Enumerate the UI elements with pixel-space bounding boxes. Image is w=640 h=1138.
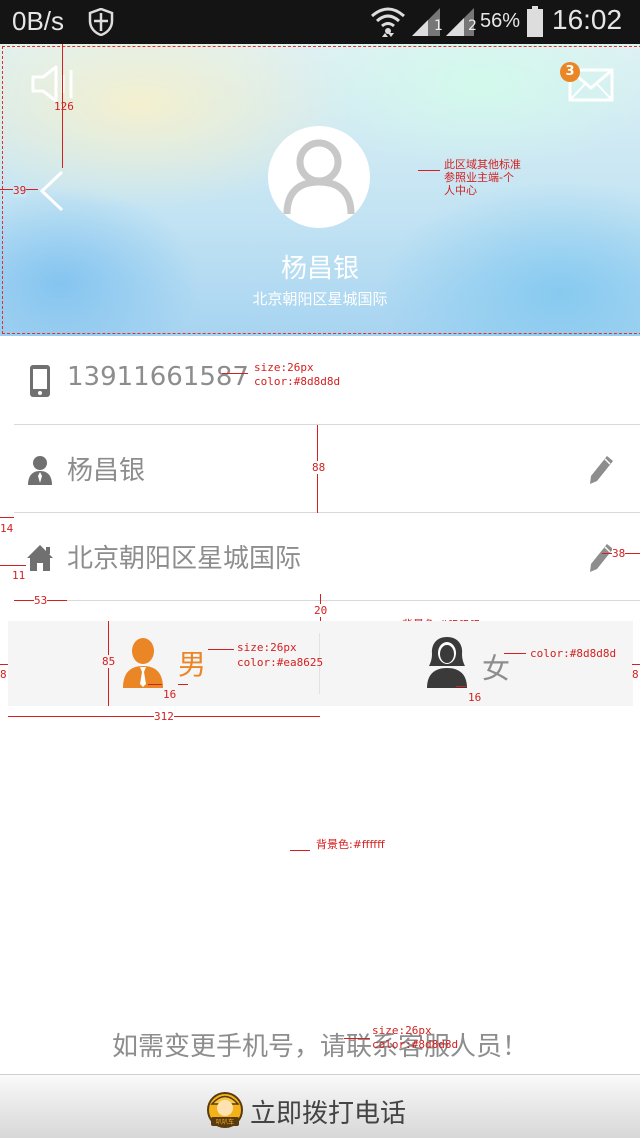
call-now-button[interactable]: 叭叭车 立即拨打电话: [0, 1074, 640, 1138]
person-icon: [28, 456, 52, 485]
phone-number: 13911661587: [67, 362, 249, 392]
annotation-panel-width: 312: [154, 710, 174, 723]
courier-logo-icon: 叭叭车: [207, 1092, 243, 1128]
female-user-icon: [427, 637, 467, 688]
address-row[interactable]: 北京朝阳区星城国际 38 11: [0, 513, 640, 601]
gender-selector: 男 女 85 16 size:26px color:#ea8625 16 col…: [8, 621, 633, 706]
home-icon: [27, 545, 53, 571]
mobile-phone-icon: [30, 365, 50, 397]
annotation-panel-gap: 20: [314, 604, 328, 617]
speaker-icon[interactable]: [30, 64, 78, 104]
annotation-female-color: color:#8d8d8d: [530, 647, 617, 660]
annotation-line: [208, 649, 234, 650]
annotation-notice-size: size:26px: [372, 1024, 432, 1037]
annotation-female-gap: 16: [468, 691, 482, 704]
profile-address: 北京朝阳区星城国际: [252, 290, 388, 308]
annotation-male-color: color:#ea8625: [237, 656, 324, 669]
annotation-line: [178, 684, 188, 685]
annotation-line: [504, 653, 526, 654]
name-row[interactable]: 杨昌银 88: [14, 425, 640, 513]
annotation-row-height: 88: [312, 461, 326, 474]
unread-badge: 3: [560, 62, 580, 82]
profile-header: 3 杨昌银 北京朝阳区星城国际 126 39 此区域其他标准 参照业主端-个 人…: [0, 44, 640, 336]
annotation-panel-height: 85: [102, 655, 116, 668]
annotation-line: [344, 1038, 370, 1039]
annotation-line: [222, 373, 248, 374]
pencil-icon[interactable]: [588, 455, 614, 485]
male-user-icon: [123, 638, 163, 688]
annotation-header-top: 126: [54, 100, 74, 113]
annotation-line: [0, 664, 8, 665]
battery-percent: 56%: [480, 10, 521, 32]
annotation-icon-left: 11: [12, 569, 26, 582]
annotation-phone-size: size:26px: [254, 361, 314, 374]
user-name: 杨昌银: [67, 456, 146, 486]
annotation-notice-color: color:#8d8d8d: [372, 1038, 459, 1051]
annotation-panel-left: 8: [0, 668, 7, 681]
signal-sim1-label: 1: [434, 18, 443, 34]
shield-icon: [88, 8, 114, 36]
status-bar: 0B/s 1 2 56% 16:02: [0, 0, 640, 44]
annotation-panel-right: 8: [632, 668, 639, 681]
avatar[interactable]: [268, 126, 370, 228]
annotation-line: [148, 684, 162, 685]
annotation-line: [632, 664, 640, 665]
user-address: 北京朝阳区星城国际: [67, 544, 302, 574]
annotation-male-size: size:26px: [237, 641, 297, 654]
call-now-label: 立即拨打电话: [250, 1099, 407, 1129]
annotation-row-left: 14: [0, 522, 14, 535]
logo-text: 叭叭车: [216, 1118, 234, 1126]
message-button[interactable]: 3: [560, 62, 616, 106]
annotation-edit-right: 38: [612, 547, 626, 560]
annotation-line: [290, 850, 310, 851]
wifi-icon: [371, 7, 405, 37]
back-chevron-icon[interactable]: [38, 170, 64, 212]
user-icon: [283, 139, 355, 215]
signal-sim2-label: 2: [468, 18, 477, 34]
battery-icon: [527, 6, 543, 37]
profile-name: 杨昌银: [280, 254, 359, 284]
annotation-page-bg: 背景色:#ffffff: [316, 838, 385, 851]
net-speed: 0B/s: [12, 6, 65, 36]
phone-row: 13911661587 size:26px color:#8d8d8d: [14, 337, 640, 425]
annotation-header-note: 此区域其他标准 参照业主端-个 人中心: [444, 158, 521, 197]
annotation-male-gap: 16: [163, 688, 177, 701]
annotation-header-left: 39: [13, 184, 27, 197]
annotation-line: [418, 170, 440, 171]
annotation-line: [0, 517, 14, 518]
annotation-phone-color: color:#8d8d8d: [254, 375, 341, 388]
pencil-icon[interactable]: [588, 543, 614, 573]
change-phone-notice: 如需变更手机号，请联系客服人员！: [111, 1032, 528, 1062]
clock: 16:02: [552, 4, 623, 35]
annotation-line: [0, 565, 26, 566]
male-label: 男: [178, 648, 207, 681]
annotation-line: [456, 686, 466, 687]
annotation-text-left: 53: [34, 594, 48, 607]
